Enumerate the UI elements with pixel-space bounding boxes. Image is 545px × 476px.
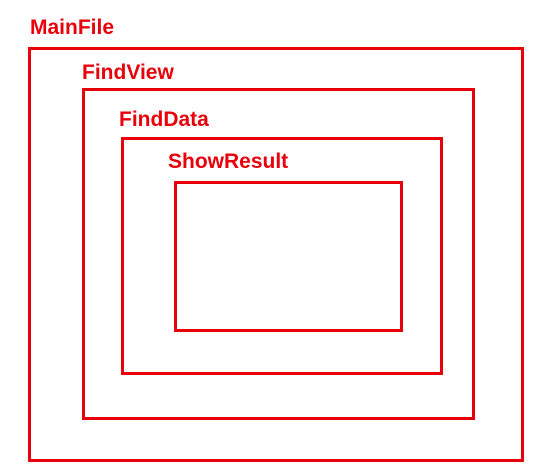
showresult-box xyxy=(174,181,403,332)
finddata-label: FindData xyxy=(119,108,209,131)
showresult-label: ShowResult xyxy=(168,150,289,173)
findview-label: FindView xyxy=(82,61,174,84)
mainfile-label: MainFile xyxy=(30,16,115,39)
